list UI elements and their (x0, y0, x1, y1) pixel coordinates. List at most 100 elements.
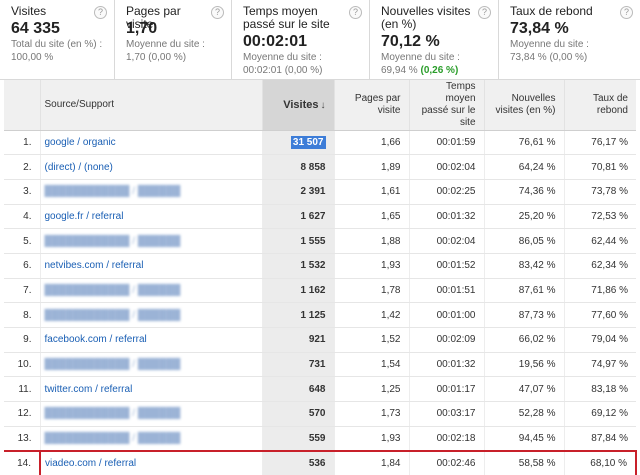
table-row: 4. google.fr / referral 1 627 1,65 00:01:32 2… (4, 204, 636, 230)
pages-cell: 1,88 (334, 228, 410, 254)
source-cell: google / organic (40, 130, 263, 156)
source-link[interactable]: viadeo.com / referral (45, 458, 136, 469)
visits-cell: 536 (262, 449, 335, 475)
pages-cell: 1,93 (334, 426, 410, 452)
header-bounce-rate[interactable]: Taux de rebond (564, 80, 636, 131)
visits-value: 1 125 (300, 309, 326, 321)
new-visits-cell: 76,61 % (484, 130, 565, 156)
row-index: 12. (4, 401, 41, 427)
visits-cell: 648 (262, 376, 335, 403)
row-index: 1. (4, 130, 41, 156)
source-link[interactable]: (direct) / (none) (45, 162, 113, 173)
metric-title: Temps moyen passé sur le site (243, 4, 330, 31)
pages-cell: 1,52 (334, 327, 410, 353)
source-link-blurred[interactable]: ████████████ / ██████ (45, 236, 181, 247)
time-cell: 00:03:17 (409, 401, 485, 427)
help-icon[interactable]: ? (620, 6, 633, 19)
source-cell: ████████████ / ██████ (40, 228, 263, 254)
visits-value: 1 555 (300, 235, 326, 247)
table-row: 8. ████████████ / ██████ 1 125 1,42 00:01:00… (4, 302, 636, 328)
visits-cell: 570 (262, 401, 335, 427)
source-link[interactable]: google / organic (45, 137, 116, 148)
help-icon[interactable]: ? (478, 6, 491, 19)
metric-sub-label: Moyenne du site : (381, 52, 460, 63)
source-cell: viadeo.com / referral (39, 449, 263, 475)
header-visits-label: Visites (283, 98, 319, 111)
visits-cell: 1 627 (262, 204, 335, 230)
selected-visits-value[interactable]: 31 507 (290, 135, 326, 149)
new-visits-cell: 86,05 % (484, 228, 565, 254)
bounce-cell: 87,84 % (564, 426, 636, 452)
table-row: 2. (direct) / (none) 8 858 1,89 00:02:04 64,2… (4, 154, 636, 180)
visits-cell: 1 162 (262, 278, 335, 304)
source-link-blurred[interactable]: ████████████ / ██████ (45, 310, 181, 321)
table-row: 5. ████████████ / ██████ 1 555 1,88 00:02:04… (4, 228, 636, 254)
new-visits-cell: 83,42 % (484, 253, 565, 279)
new-visits-cell: 64,24 % (484, 154, 565, 180)
help-icon[interactable]: ? (211, 6, 224, 19)
metric-value: 64 335 (11, 20, 60, 37)
pages-cell: 1,66 (334, 130, 410, 156)
visits-cell: 31 507 (262, 130, 335, 156)
row-index: 4. (4, 204, 41, 230)
metric-sub-value: 69,94 % (0,26 %) (381, 65, 492, 77)
pages-cell: 1,84 (334, 449, 410, 475)
table-row: 11. twitter.com / referral 648 1,25 00:01:17… (4, 376, 636, 403)
visits-cell: 921 (262, 327, 335, 353)
header-source[interactable]: Source/Support (40, 80, 263, 131)
visits-value: 570 (308, 408, 326, 420)
pages-cell: 1,65 (334, 204, 410, 230)
source-link[interactable]: netvibes.com / referral (45, 260, 144, 271)
visits-value: 1 627 (300, 210, 326, 222)
source-cell: google.fr / referral (40, 204, 263, 230)
row-index: 13. (4, 426, 41, 452)
metric-value: 70,12 % (381, 33, 440, 50)
time-cell: 00:01:51 (409, 278, 485, 304)
source-link[interactable]: facebook.com / referral (45, 334, 147, 345)
row-index: 8. (4, 302, 41, 328)
sort-descending-icon[interactable]: ↓ (321, 100, 326, 111)
time-cell: 00:02:04 (409, 154, 485, 180)
header-pages-per-visit[interactable]: Pages par visite (334, 80, 410, 131)
source-link-blurred[interactable]: ████████████ / ██████ (45, 408, 181, 419)
metric-avg-time: Temps moyen passé sur le site ? 00:02:01… (232, 0, 370, 80)
source-link[interactable]: google.fr / referral (45, 211, 124, 222)
new-visits-cell: 58,58 % (484, 449, 565, 475)
metric-sub-value: 100,00 % (11, 52, 54, 63)
help-icon[interactable]: ? (94, 6, 107, 19)
row-index: 3. (4, 179, 41, 205)
source-cell: ████████████ / ██████ (40, 401, 263, 427)
source-link[interactable]: twitter.com / referral (45, 384, 133, 395)
source-link-blurred[interactable]: ████████████ / ██████ (45, 359, 181, 370)
metric-delta: (0,26 %) (420, 65, 459, 76)
bounce-cell: 77,60 % (564, 302, 636, 328)
header-avg-time[interactable]: Temps moyen passé sur le site (409, 80, 485, 131)
visits-value: 731 (308, 359, 326, 371)
source-link-blurred[interactable]: ████████████ / ██████ (45, 285, 181, 296)
table-row: 12. ████████████ / ██████ 570 1,73 00:03:17 5… (4, 401, 636, 427)
time-cell: 00:01:59 (409, 130, 485, 156)
metric-bounce-rate: Taux de rebond ? 73,84 % Moyenne du site… (499, 0, 640, 80)
bounce-cell: 76,17 % (564, 130, 636, 156)
new-visits-cell: 94,45 % (484, 426, 565, 452)
visits-value: 921 (308, 334, 326, 346)
bounce-cell: 79,04 % (564, 327, 636, 353)
bounce-cell: 73,78 % (564, 179, 636, 205)
metric-sub-average: 69,94 % (381, 65, 421, 76)
metric-sub-label: Moyenne du site : (243, 52, 322, 63)
visits-cell: 1 532 (262, 253, 335, 279)
header-new-visits[interactable]: Nouvelles visites (en %) (484, 80, 565, 131)
source-cell: netvibes.com / referral (40, 253, 263, 279)
time-cell: 00:02:18 (409, 426, 485, 452)
bounce-cell: 83,18 % (564, 376, 636, 403)
metric-new-visits: Nouvelles visites (en %) ? 70,12 % Moyen… (370, 0, 499, 80)
visits-value: 559 (308, 432, 326, 444)
visits-cell: 2 391 (262, 179, 335, 205)
help-icon[interactable]: ? (349, 6, 362, 19)
source-link-blurred[interactable]: ████████████ / ██████ (45, 433, 181, 444)
visits-cell: 731 (262, 352, 335, 378)
source-link-blurred[interactable]: ████████████ / ██████ (45, 186, 181, 197)
source-cell: ████████████ / ██████ (40, 179, 263, 205)
time-cell: 00:01:00 (409, 302, 485, 328)
header-visits[interactable]: Visites ↓ (262, 80, 335, 131)
